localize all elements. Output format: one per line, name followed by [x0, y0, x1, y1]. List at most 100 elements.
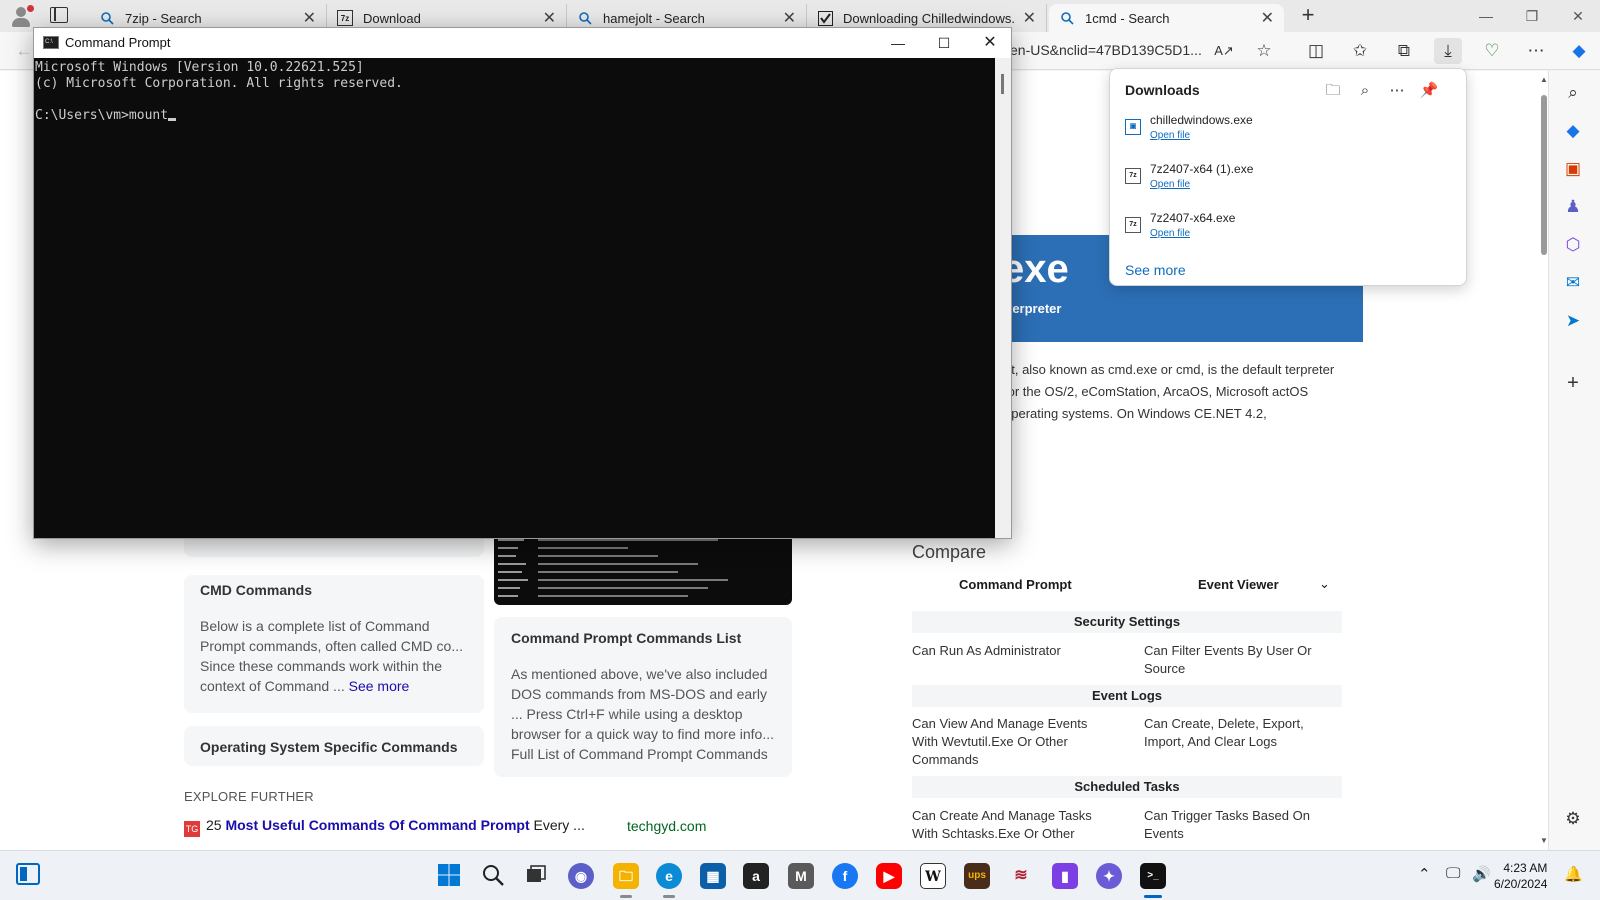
close-window-icon[interactable]: ✕: [967, 28, 1013, 58]
favorite-star-icon[interactable]: ☆: [1250, 38, 1278, 64]
airline-icon[interactable]: ≋: [1008, 863, 1034, 889]
office-icon[interactable]: ⬡: [1561, 233, 1585, 257]
download-item[interactable]: ▣ chilledwindows.exe Open file: [1125, 113, 1445, 153]
open-folder-icon[interactable]: 🗀: [1321, 79, 1345, 103]
edge-browser-icon[interactable]: e: [656, 863, 682, 889]
tab-actions-icon[interactable]: [50, 7, 68, 23]
downloads-icon[interactable]: ⤓: [1434, 38, 1462, 64]
tools-icon[interactable]: ▣: [1561, 157, 1585, 181]
console-prompt-line[interactable]: C:\Users\vm>mount: [35, 108, 994, 124]
explore-link-suffix: Every ...: [529, 817, 585, 833]
tab-label: hamejolt - Search: [603, 10, 705, 26]
search-icon[interactable]: ⌕: [1561, 81, 1585, 105]
explore-link[interactable]: TG 25 Most Useful Commands Of Command Pro…: [184, 817, 585, 837]
open-file-link[interactable]: Open file: [1150, 130, 1190, 141]
collections-icon[interactable]: ⧉: [1390, 38, 1418, 64]
compare-right-select[interactable]: Event Viewer: [1198, 577, 1279, 592]
clock[interactable]: 4:23 AM 6/20/2024: [1494, 860, 1547, 892]
people-icon[interactable]: ♟: [1561, 195, 1585, 219]
volume-icon[interactable]: 🔊: [1472, 865, 1491, 883]
clock-date: 6/20/2024: [1494, 877, 1548, 891]
card-body: Below is a complete list of Command Prom…: [200, 616, 470, 696]
outlook-icon[interactable]: ✉: [1561, 271, 1585, 295]
microsoft-store-icon[interactable]: ▦: [700, 863, 726, 889]
app-m-icon[interactable]: M: [788, 863, 814, 889]
wikipedia-icon[interactable]: W: [920, 863, 946, 889]
add-icon[interactable]: +: [1561, 371, 1585, 395]
downloads-see-more-link[interactable]: See more: [1125, 262, 1186, 278]
close-tab-icon[interactable]: ✕: [1261, 8, 1274, 28]
minimize-icon[interactable]: —: [1466, 4, 1506, 28]
more-options-icon[interactable]: ⋯: [1522, 38, 1550, 64]
running-indicator: [620, 895, 632, 898]
tab-label: Downloading Chilledwindows.ex: [843, 10, 1015, 26]
card-title[interactable]: Command Prompt Commands List: [511, 630, 741, 646]
windows-start-icon[interactable]: [436, 863, 462, 889]
open-file-link[interactable]: Open file: [1150, 228, 1190, 239]
card-title[interactable]: CMD Commands: [200, 582, 312, 598]
compare-left-cell: Can Run As Administrator: [912, 643, 1061, 658]
task-view-icon[interactable]: [523, 863, 549, 889]
console-scrollbar[interactable]: [995, 58, 1011, 538]
notification-icon[interactable]: 🔔: [1564, 865, 1583, 883]
browser-essentials-icon[interactable]: ♡: [1478, 38, 1506, 64]
search-icon[interactable]: ⌕: [1353, 79, 1377, 103]
console-output[interactable]: Microsoft Windows [Version 10.0.22621.52…: [34, 58, 995, 538]
tab-1cmd-search[interactable]: 1cmd - Search ✕: [1049, 4, 1284, 32]
new-tab-icon[interactable]: +: [1296, 4, 1320, 28]
facebook-icon[interactable]: f: [832, 863, 858, 889]
close-tab-icon[interactable]: ✕: [783, 8, 796, 28]
more-options-icon[interactable]: ⋯: [1385, 79, 1409, 103]
page-scrollbar[interactable]: ▲ ▼: [1540, 75, 1548, 845]
youtube-icon[interactable]: ▶: [876, 863, 902, 889]
read-aloud-icon[interactable]: A↗: [1210, 38, 1238, 64]
settings-gear-icon[interactable]: ⚙: [1561, 807, 1585, 831]
ups-icon[interactable]: ups: [964, 863, 990, 889]
shopping-tag-icon[interactable]: ◆: [1561, 119, 1585, 143]
widgets-icon[interactable]: [15, 862, 41, 888]
copilot-icon[interactable]: ✦: [1096, 863, 1122, 889]
restore-icon[interactable]: ❐: [1512, 4, 1552, 28]
download-item[interactable]: 7z 7z2407-x64 (1).exe Open file: [1125, 162, 1445, 202]
compare-left-item: Command Prompt: [959, 577, 1072, 592]
commands-list-thumbnail[interactable]: [494, 535, 792, 605]
split-screen-icon[interactable]: ◫: [1302, 38, 1330, 64]
copilot-icon[interactable]: ◆: [1565, 38, 1593, 64]
pin-icon[interactable]: 📌: [1417, 79, 1441, 103]
tab-label: 7zip - Search: [125, 10, 202, 26]
network-icon[interactable]: 🖵: [1446, 865, 1460, 882]
download-filename: 7z2407-x64.exe: [1150, 211, 1236, 225]
address-bar[interactable]: en-US&nclid=47BD139C5D1...: [1010, 42, 1202, 58]
explore-link-title[interactable]: Most Useful Commands Of Command Prompt: [225, 817, 529, 833]
compare-right-cell: Can Filter Events By User Or Source: [1144, 643, 1312, 676]
shopping-bag-icon[interactable]: ▮: [1052, 863, 1078, 889]
explore-link-source[interactable]: techgyd.com: [627, 818, 706, 834]
console-input[interactable]: C:\Users\vm>mount: [35, 108, 168, 123]
see-more-link[interactable]: See more: [349, 678, 410, 694]
download-filename: 7z2407-x64 (1).exe: [1150, 162, 1254, 176]
close-window-icon[interactable]: ✕: [1558, 4, 1598, 28]
card-body: As mentioned above, we've also included …: [511, 666, 774, 762]
close-tab-icon[interactable]: ✕: [1023, 8, 1036, 28]
chevron-up-icon[interactable]: ⌃: [1418, 865, 1431, 883]
7zip-logo-icon: 7z: [337, 10, 353, 26]
chevron-down-icon[interactable]: ⌄: [1319, 576, 1330, 592]
minimize-icon[interactable]: —: [875, 28, 921, 58]
site-logo-icon: [817, 10, 833, 26]
close-tab-icon[interactable]: ✕: [303, 8, 316, 28]
search-icon[interactable]: [480, 863, 506, 889]
drop-icon[interactable]: ➤: [1561, 309, 1585, 333]
cmd-title-bar[interactable]: C:\ Command Prompt — ☐ ✕: [34, 28, 1011, 58]
command-prompt-icon[interactable]: >_: [1140, 863, 1166, 889]
file-explorer-icon[interactable]: 🗀: [613, 863, 639, 889]
amazon-icon[interactable]: a: [743, 863, 769, 889]
close-tab-icon[interactable]: ✕: [543, 8, 556, 28]
maximize-icon[interactable]: ☐: [921, 28, 967, 58]
favorites-icon[interactable]: ✩: [1346, 38, 1374, 64]
open-file-link[interactable]: Open file: [1150, 179, 1190, 190]
chat-icon[interactable]: ◉: [568, 863, 594, 889]
profile-avatar-icon[interactable]: [8, 4, 34, 30]
card-title[interactable]: Operating System Specific Commands: [200, 739, 458, 755]
download-item[interactable]: 7z 7z2407-x64.exe Open file: [1125, 211, 1445, 251]
command-prompt-window[interactable]: C:\ Command Prompt — ☐ ✕ Microsoft Windo…: [33, 27, 1012, 539]
